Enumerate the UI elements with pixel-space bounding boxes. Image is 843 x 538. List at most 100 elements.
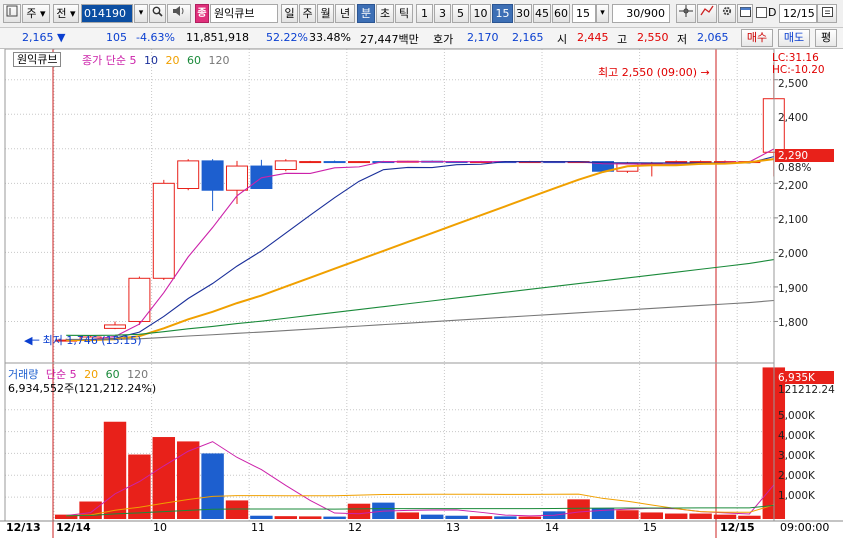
vol-tick-1000: 1,000K: [778, 490, 815, 502]
vol-tick-4000: 4,000K: [778, 430, 815, 442]
trade-amount: 27,447백만: [360, 33, 419, 46]
search-icon[interactable]: [149, 4, 166, 23]
x-label-1213: 12/13: [6, 521, 41, 534]
last-price-badge: 2,290: [775, 149, 834, 162]
interval-input[interactable]: 15: [572, 4, 596, 23]
high-price: 2,550: [637, 31, 669, 44]
period-minute-button[interactable]: 분: [357, 4, 375, 23]
d-checkbox[interactable]: [756, 7, 767, 18]
x-label-13: 13: [446, 521, 460, 534]
ma10-label: 10: [143, 54, 158, 67]
chart-type-icon[interactable]: [3, 4, 21, 23]
candle-body: [201, 160, 224, 191]
volume-bar: [250, 515, 273, 519]
market-label: 주: [26, 7, 37, 20]
ask-price: 2,170: [467, 31, 499, 44]
current-price: 2,165 ▼: [22, 31, 66, 44]
volume-bar: [274, 516, 298, 519]
volume-bar: [152, 437, 176, 519]
x-label-12: 12: [348, 521, 362, 534]
period-day-button[interactable]: 일: [281, 4, 298, 23]
drawing-tool-icon[interactable]: [697, 4, 717, 23]
y-tick-2000: 2,000: [778, 248, 809, 260]
y-tick-2400: 2,400: [778, 112, 809, 124]
interval-3-button[interactable]: 3: [434, 4, 451, 23]
interval-10-button[interactable]: 10: [470, 4, 491, 23]
candle-body: [299, 161, 322, 164]
turnover-ratio: 33.48%: [309, 31, 351, 44]
vol-tick-2000: 2,000K: [778, 470, 815, 482]
chart-window: 주 ▾ 전 ▾ 014190 ▾ 종 원익큐브 일 주 월 년 분 초 틱 1 …: [0, 0, 843, 538]
interval-dropdown-icon[interactable]: ▾: [596, 4, 609, 23]
hoga-label: 호가: [433, 33, 454, 46]
lc-value: LC:31.16: [772, 52, 819, 64]
period-second-button[interactable]: 초: [376, 4, 394, 23]
interval-1-button[interactable]: 1: [416, 4, 433, 23]
calendar-icon[interactable]: [737, 4, 753, 23]
high-label: 고: [617, 33, 628, 46]
settings-icon[interactable]: [718, 4, 736, 23]
price-panel-tag[interactable]: 원익큐브: [13, 52, 62, 67]
date-picker-icon[interactable]: [817, 4, 837, 23]
volume-bar: [323, 516, 346, 519]
interval-5-button[interactable]: 5: [452, 4, 469, 23]
sound-icon[interactable]: [167, 4, 191, 23]
last-price-pct: 0.88%: [778, 162, 812, 174]
volume-bar: [469, 516, 493, 519]
chart-toolbar: 주 ▾ 전 ▾ 014190 ▾ 종 원익큐브 일 주 월 년 분 초 틱 1 …: [0, 0, 843, 28]
volume-bar: [225, 500, 249, 519]
price-change-pct: -4.63%: [136, 31, 175, 44]
candle-body: [104, 324, 126, 329]
volume-bar: [738, 515, 761, 519]
period-year-button[interactable]: 년: [335, 4, 355, 23]
x-label-1215: 12/15: [720, 521, 755, 534]
period-month-button[interactable]: 월: [317, 4, 334, 23]
volume-bar: [298, 516, 322, 519]
stock-name-field[interactable]: 원익큐브: [210, 4, 278, 23]
y-tick-2500: 2,500: [778, 78, 809, 90]
volume-bar: [518, 516, 542, 519]
code-dropdown-icon[interactable]: ▾: [134, 4, 148, 23]
stock-code-input[interactable]: 014190: [81, 4, 133, 23]
volume-bar: [420, 514, 444, 519]
x-label-11: 11: [251, 521, 265, 534]
period-tick-button[interactable]: 틱: [395, 4, 413, 23]
y-tick-2200: 2,200: [778, 180, 809, 192]
volume-bar: [640, 512, 664, 519]
ma20-label: 20: [165, 54, 180, 67]
volume-ratio: 52.22%: [266, 31, 308, 44]
volume-bar: [128, 454, 151, 519]
x-label-10: 10: [153, 521, 167, 534]
min-price-annotation: ◀─ 최저 1,746 (15:15): [24, 334, 142, 347]
market-select[interactable]: 주 ▾: [22, 4, 50, 23]
volume-value-text: 6,934,552주(121,212.24%): [8, 382, 157, 395]
candle-body: [323, 161, 346, 164]
max-price-annotation: 최고 2,550 (09:00) →: [598, 66, 710, 79]
period-week-button[interactable]: 주: [299, 4, 316, 23]
candle-body: [177, 160, 200, 190]
interval-30-button[interactable]: 30: [514, 4, 532, 23]
ma5-label: 5: [129, 54, 137, 67]
price-mode-label: 전: [56, 7, 67, 20]
interval-15-button[interactable]: 15: [492, 4, 513, 23]
price-mode-select[interactable]: 전 ▾: [53, 4, 79, 23]
x-label-14: 14: [545, 521, 559, 534]
candle-body: [152, 182, 175, 279]
low-label: 저: [677, 33, 688, 46]
volume-bar: [616, 510, 639, 519]
last-volume-badge: 6,935K: [775, 371, 834, 384]
sell-button[interactable]: 매도: [778, 29, 810, 47]
quote-bar: 2,165 ▼ 105 -4.63% 11,851,918 52.22% 33.…: [0, 28, 843, 49]
interval-45-button[interactable]: 45: [533, 4, 551, 23]
crosshair-icon[interactable]: [676, 4, 696, 23]
price-volume-chart[interactable]: [0, 49, 843, 538]
eval-button[interactable]: 평: [815, 29, 837, 47]
volume-bar: [176, 441, 200, 519]
hc-value: HC:-10.20: [772, 64, 825, 76]
buy-button[interactable]: 매수: [741, 29, 773, 47]
volume-value: 11,851,918: [186, 31, 249, 44]
arrow-right-icon: →: [700, 66, 710, 79]
interval-60-button[interactable]: 60: [552, 4, 570, 23]
count-input[interactable]: 30/900: [612, 4, 670, 23]
date-input[interactable]: 12/15: [779, 4, 817, 23]
